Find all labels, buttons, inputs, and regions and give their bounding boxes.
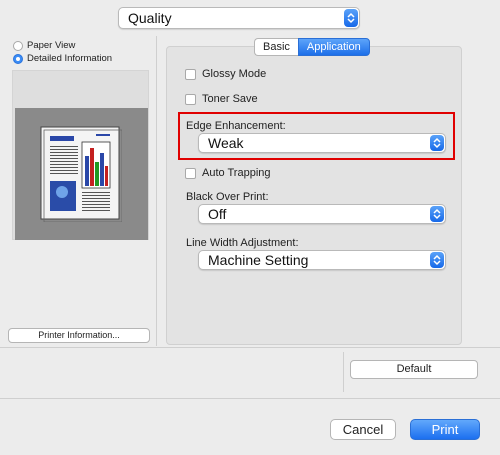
- pane-divider: [156, 36, 157, 346]
- footer-divider: [0, 398, 500, 399]
- feature-set-popup[interactable]: Quality: [118, 7, 360, 29]
- page-preview-image: [40, 126, 122, 222]
- toner-save-label: Toner Save: [202, 93, 258, 105]
- tab-basic[interactable]: Basic: [254, 38, 298, 56]
- detailed-information-label: Detailed Information: [27, 53, 113, 64]
- toner-save-option[interactable]: Toner Save: [185, 93, 258, 105]
- radio-icon[interactable]: [13, 40, 23, 51]
- line-width-adjustment-select[interactable]: Machine Setting: [198, 250, 446, 270]
- default-button[interactable]: Default: [350, 360, 478, 379]
- feature-set-value: Quality: [128, 10, 172, 26]
- line-width-adjustment-value: Machine Setting: [208, 252, 309, 268]
- popup-stepper-icon: [344, 9, 358, 27]
- radio-selected-icon[interactable]: [13, 53, 23, 64]
- line-width-adjustment-label: Line Width Adjustment:: [186, 237, 299, 249]
- black-over-print-select[interactable]: Off: [198, 204, 446, 224]
- auto-trapping-checkbox[interactable]: [185, 167, 196, 179]
- print-button[interactable]: Print: [410, 419, 480, 440]
- popup-stepper-icon: [430, 252, 444, 268]
- default-divider: [343, 352, 344, 392]
- popup-stepper-icon: [430, 206, 444, 222]
- cancel-button[interactable]: Cancel: [330, 419, 396, 440]
- auto-trapping-option[interactable]: Auto Trapping: [185, 167, 271, 179]
- tab-group: Basic Application: [254, 38, 370, 56]
- detailed-information-option[interactable]: Detailed Information: [13, 53, 112, 64]
- section-divider: [0, 347, 500, 348]
- tab-application[interactable]: Application: [297, 38, 370, 56]
- paper-view-option[interactable]: Paper View: [13, 40, 75, 51]
- glossy-mode-label: Glossy Mode: [202, 68, 267, 80]
- black-over-print-value: Off: [208, 206, 227, 222]
- glossy-mode-checkbox[interactable]: [185, 68, 196, 80]
- toner-save-checkbox[interactable]: [185, 93, 196, 105]
- glossy-mode-option[interactable]: Glossy Mode: [185, 68, 266, 80]
- paper-view-label: Paper View: [27, 40, 76, 51]
- printer-information-button[interactable]: Printer Information...: [8, 328, 150, 343]
- highlight-box: [178, 112, 455, 160]
- auto-trapping-label: Auto Trapping: [202, 167, 271, 179]
- black-over-print-label: Black Over Print:: [186, 191, 269, 203]
